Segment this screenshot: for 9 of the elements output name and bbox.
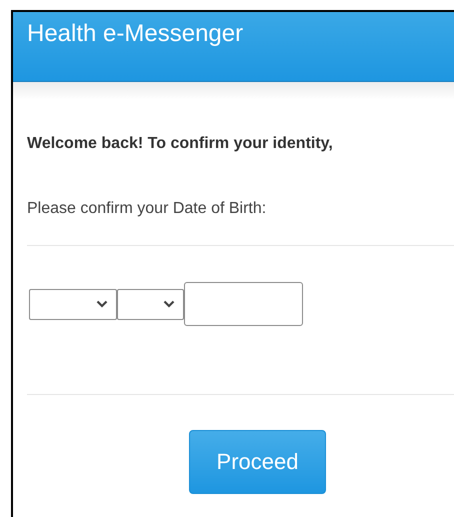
proceed-button[interactable]: Proceed — [189, 430, 326, 494]
dropdown-field[interactable] — [29, 288, 117, 320]
year-input-field[interactable] — [184, 282, 303, 326]
welcome-text: Welcome back! To confirm your identity, — [27, 135, 333, 153]
chevron-down-icon — [96, 300, 108, 308]
prompt-text: Please confirm your Date of Birth: — [27, 200, 266, 218]
dropdown-field[interactable] — [117, 288, 184, 320]
chevron-down-icon — [163, 300, 175, 308]
app-title: Health e-Messenger — [27, 20, 244, 48]
